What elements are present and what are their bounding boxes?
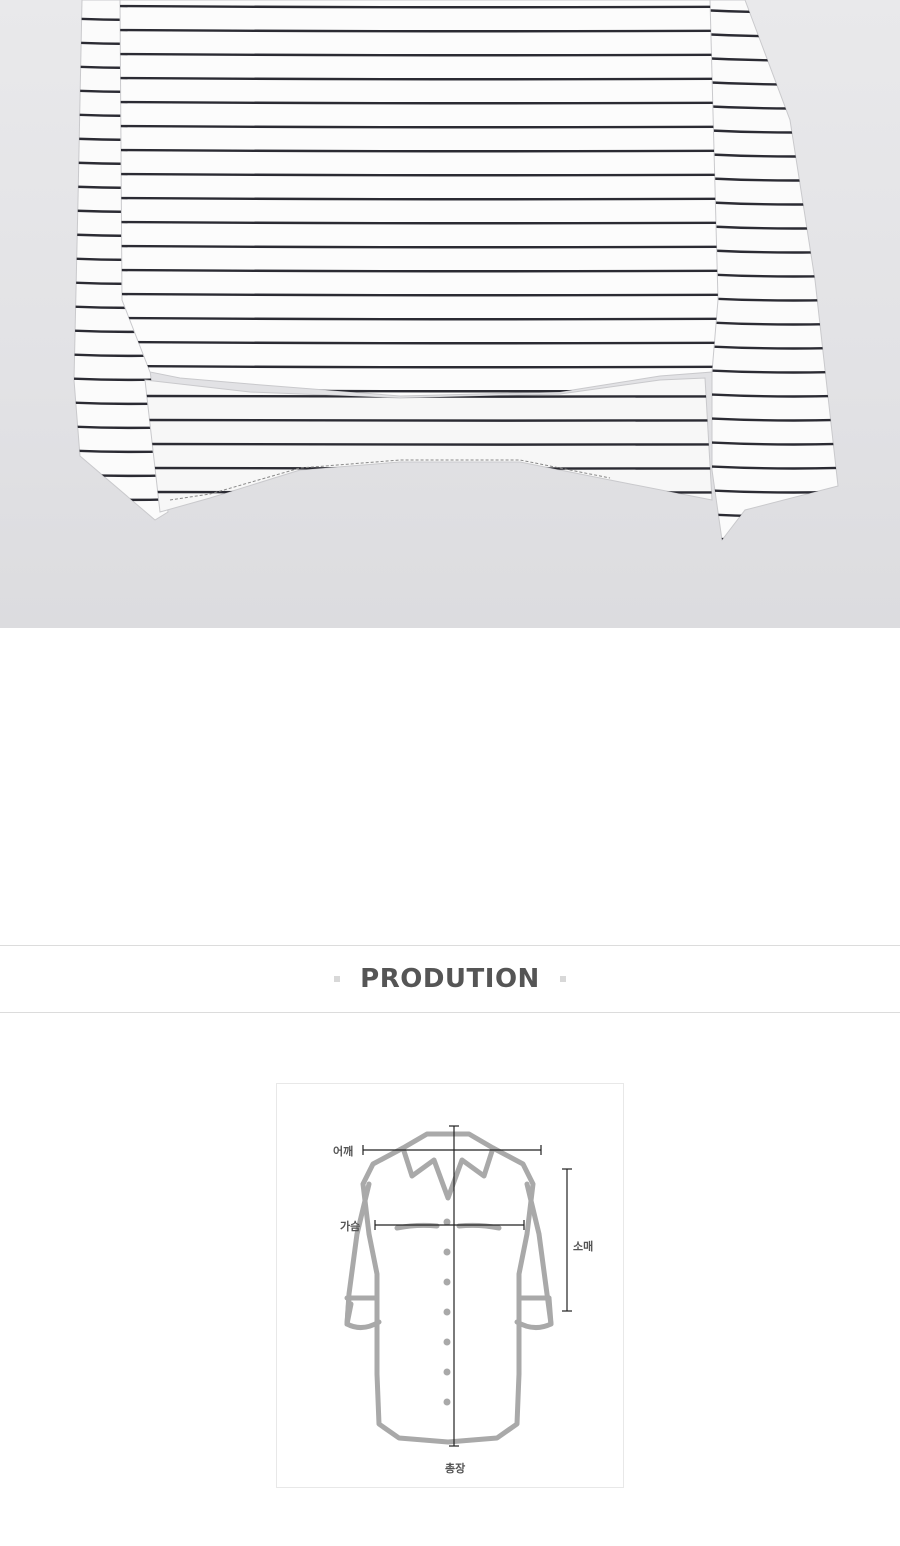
- striped-shirt-image: [73, 0, 839, 542]
- section-title: PRODUTION: [360, 964, 540, 994]
- shirt-outline-icon: [344, 1125, 572, 1447]
- size-diagram: 어깨 가슴 소매 총장: [276, 1083, 624, 1488]
- shoulder-label: 어깨: [333, 1145, 354, 1158]
- back-hem: [144, 377, 713, 513]
- right-square-bullet: [559, 976, 566, 982]
- sleeve-label: 소매: [573, 1240, 594, 1253]
- bottom-divider: [0, 1012, 900, 1013]
- chest-label: 가슴: [340, 1220, 361, 1233]
- section-heading: PRODUTION: [0, 946, 900, 1012]
- right-sleeve: [704, 0, 839, 542]
- product-photo: [0, 0, 900, 628]
- left-square-bullet: [334, 976, 341, 982]
- front-body: [119, 0, 719, 397]
- length-label: 총장: [445, 1462, 466, 1475]
